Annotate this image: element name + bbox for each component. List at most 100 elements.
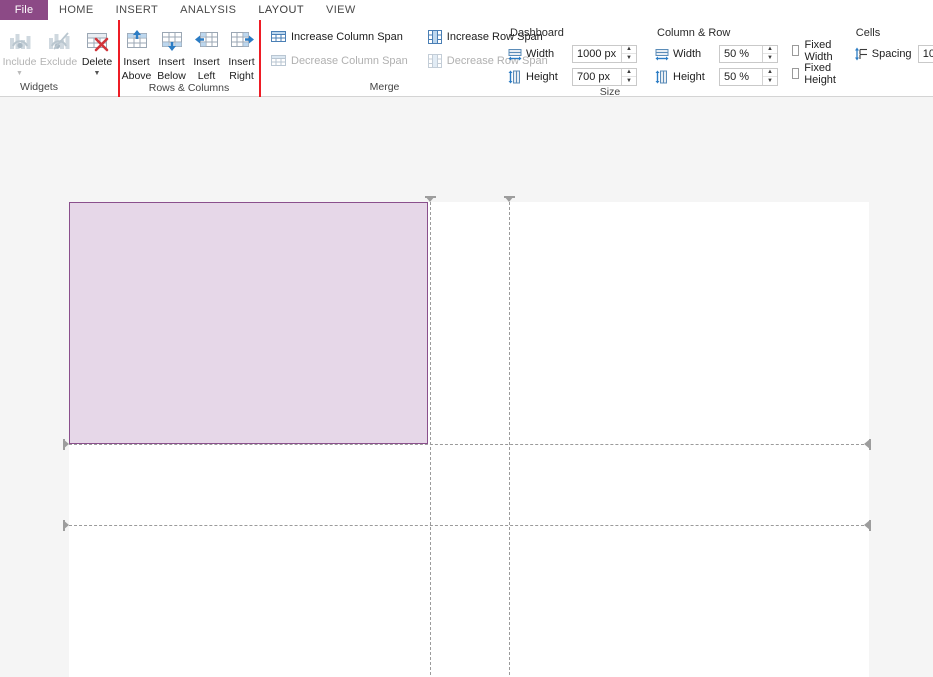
tab-analysis-label: ANALYSIS bbox=[180, 4, 237, 16]
row-height-label: Height bbox=[673, 70, 705, 83]
tab-layout[interactable]: LAYOUT bbox=[247, 0, 315, 20]
tab-insert[interactable]: INSERT bbox=[104, 0, 170, 20]
dashboard-width-spin-up[interactable]: ▲ bbox=[622, 46, 636, 54]
insert-above-label-line2: Above bbox=[121, 69, 152, 82]
merge-group-body: Increase Column Span Decrease Column Spa… bbox=[269, 23, 548, 81]
cells-heading: Cells bbox=[855, 27, 881, 39]
row-height-spinbox[interactable]: 50 % ▲ ▼ bbox=[719, 67, 778, 86]
fixed-height-checkbox-row[interactable]: Fixed Height bbox=[792, 61, 840, 86]
spacing-spinbox[interactable]: 10 px ▲ ▼ bbox=[917, 44, 933, 63]
exclude-widget-label: Exclude bbox=[39, 56, 78, 68]
row-divider-1-left-handle-cap bbox=[63, 439, 65, 450]
fixed-height-checkbox[interactable] bbox=[792, 68, 800, 79]
dashboard-height-spin-arrows[interactable]: ▲ ▼ bbox=[621, 68, 636, 85]
row-divider-2-left-handle-cap bbox=[63, 520, 65, 531]
ribbon-tab-bar: File HOME INSERT ANALYSIS LAYOUT VIEW bbox=[0, 0, 933, 20]
dashboard-height-spin-up[interactable]: ▲ bbox=[622, 69, 636, 77]
size-column-row-column: Column & Row Width 50 % ▲ ▼ Height 50 % … bbox=[655, 25, 778, 86]
dashboard-width-spinbox[interactable]: 1000 px ▲ ▼ bbox=[572, 44, 637, 63]
ribbon-group-widgets: Include ▼ Exclude Widgets bbox=[0, 20, 78, 96]
widgets-group-body: Include ▼ Exclude bbox=[0, 23, 78, 81]
column-divider-2[interactable] bbox=[509, 202, 510, 677]
row-height-value[interactable]: 50 % bbox=[720, 68, 762, 85]
dashboard-height-label: Height bbox=[526, 70, 558, 83]
insert-left-icon bbox=[193, 27, 221, 55]
tab-layout-label: LAYOUT bbox=[258, 4, 304, 16]
column-row-width-row: Width 50 % ▲ ▼ bbox=[655, 44, 778, 63]
row-divider-1[interactable] bbox=[69, 444, 869, 445]
insert-right-button[interactable]: Insert Right bbox=[224, 23, 259, 82]
rows-columns-group-label: Rows & Columns bbox=[148, 82, 230, 94]
tab-home-label: HOME bbox=[59, 4, 94, 16]
include-widget-label: Include bbox=[2, 56, 37, 68]
dashboard-width-row: Width 1000 px ▲ ▼ bbox=[508, 44, 637, 63]
dashboard-canvas-workspace[interactable] bbox=[0, 97, 933, 677]
size-fixed-checkbox-column: Fixed Width Fixed Height bbox=[792, 25, 840, 86]
column-width-icon bbox=[655, 47, 669, 61]
ribbon-group-rows-columns: Insert Above Insert Below Insert Left In… bbox=[116, 20, 259, 96]
widgets-group-label: Widgets bbox=[20, 81, 58, 93]
decrease-column-span-button[interactable]: Decrease Column Span bbox=[269, 50, 412, 71]
tab-home[interactable]: HOME bbox=[48, 0, 105, 20]
row-height-spin-arrows[interactable]: ▲ ▼ bbox=[762, 68, 777, 85]
dashboard-width-spin-down[interactable]: ▼ bbox=[622, 54, 636, 62]
increase-column-span-button[interactable]: Increase Column Span bbox=[269, 26, 412, 47]
exclude-widget-button[interactable]: Exclude bbox=[39, 23, 78, 69]
column-divider-1-top-handle-cap bbox=[425, 196, 436, 198]
column-width-spin-down[interactable]: ▼ bbox=[763, 54, 777, 62]
spacing-icon bbox=[854, 47, 868, 61]
ribbon-group-merge: Increase Column Span Decrease Column Spa… bbox=[263, 20, 548, 96]
size-cells-column: Cells Spacing 10 bbox=[854, 25, 933, 63]
tab-view-label: VIEW bbox=[325, 4, 356, 16]
fixed-width-label: Fixed Width bbox=[804, 38, 833, 63]
include-widget-icon bbox=[7, 27, 33, 55]
column-divider-1[interactable] bbox=[430, 202, 431, 677]
insert-left-button[interactable]: Insert Left bbox=[189, 23, 224, 82]
delete-button[interactable]: Delete ▼ bbox=[78, 23, 116, 77]
dashboard-width-value[interactable]: 1000 px bbox=[573, 45, 621, 62]
insert-below-button[interactable]: Insert Below bbox=[154, 23, 189, 82]
spacing-label: Spacing bbox=[871, 47, 912, 60]
insert-above-button[interactable]: Insert Above bbox=[119, 23, 154, 82]
dashboard-height-spinbox[interactable]: 700 px ▲ ▼ bbox=[572, 67, 637, 86]
fixed-width-checkbox-row[interactable]: Fixed Width bbox=[792, 38, 840, 63]
spacing-value[interactable]: 10 px bbox=[918, 45, 933, 62]
rows-columns-group-body: Insert Above Insert Below Insert Left In… bbox=[119, 23, 259, 82]
column-width-spin-arrows[interactable]: ▲ ▼ bbox=[762, 45, 777, 62]
fixed-height-label: Fixed Height bbox=[804, 61, 836, 86]
column-width-spinbox[interactable]: 50 % ▲ ▼ bbox=[719, 44, 778, 63]
column-row-height-row: Height 50 % ▲ ▼ bbox=[655, 67, 778, 86]
tab-analysis[interactable]: ANALYSIS bbox=[169, 0, 248, 20]
decrease-column-span-icon bbox=[271, 54, 286, 67]
tab-file[interactable]: File bbox=[0, 0, 48, 20]
tab-view[interactable]: VIEW bbox=[314, 0, 367, 20]
increase-column-span-label: Increase Column Span bbox=[291, 30, 403, 43]
row-divider-2[interactable] bbox=[69, 525, 869, 526]
column-divider-2-top-handle-cap bbox=[504, 196, 515, 198]
dashboard-width-label: Width bbox=[526, 47, 555, 60]
fixed-width-checkbox[interactable] bbox=[792, 45, 800, 56]
include-widget-dropdown-caret[interactable]: ▼ bbox=[16, 70, 23, 77]
insert-left-label-line1: Insert bbox=[193, 56, 220, 68]
delete-label: Delete bbox=[81, 56, 113, 68]
insert-below-icon bbox=[158, 27, 186, 55]
dashboard-board[interactable] bbox=[69, 202, 869, 677]
row-height-spin-down[interactable]: ▼ bbox=[763, 77, 777, 85]
row-height-icon bbox=[655, 70, 669, 84]
delete-dropdown-caret[interactable]: ▼ bbox=[94, 70, 101, 77]
column-width-value[interactable]: 50 % bbox=[720, 45, 762, 62]
increase-column-span-icon bbox=[271, 30, 286, 43]
column-width-spin-up[interactable]: ▲ bbox=[763, 46, 777, 54]
dashboard-height-spin-down[interactable]: ▼ bbox=[622, 77, 636, 85]
include-widget-button[interactable]: Include ▼ bbox=[0, 23, 39, 77]
delete-table-icon bbox=[84, 27, 110, 55]
insert-below-label-line1: Insert bbox=[158, 56, 185, 68]
column-width-label: Width bbox=[673, 47, 702, 60]
dashboard-width-spin-arrows[interactable]: ▲ ▼ bbox=[621, 45, 636, 62]
row-height-spin-up[interactable]: ▲ bbox=[763, 69, 777, 77]
dashboard-heading: Dashboard bbox=[510, 27, 564, 39]
dashboard-width-icon bbox=[508, 47, 522, 61]
dashboard-height-value[interactable]: 700 px bbox=[573, 68, 621, 85]
column-row-heading: Column & Row bbox=[657, 27, 731, 39]
dashboard-cell-selected[interactable] bbox=[69, 202, 428, 444]
